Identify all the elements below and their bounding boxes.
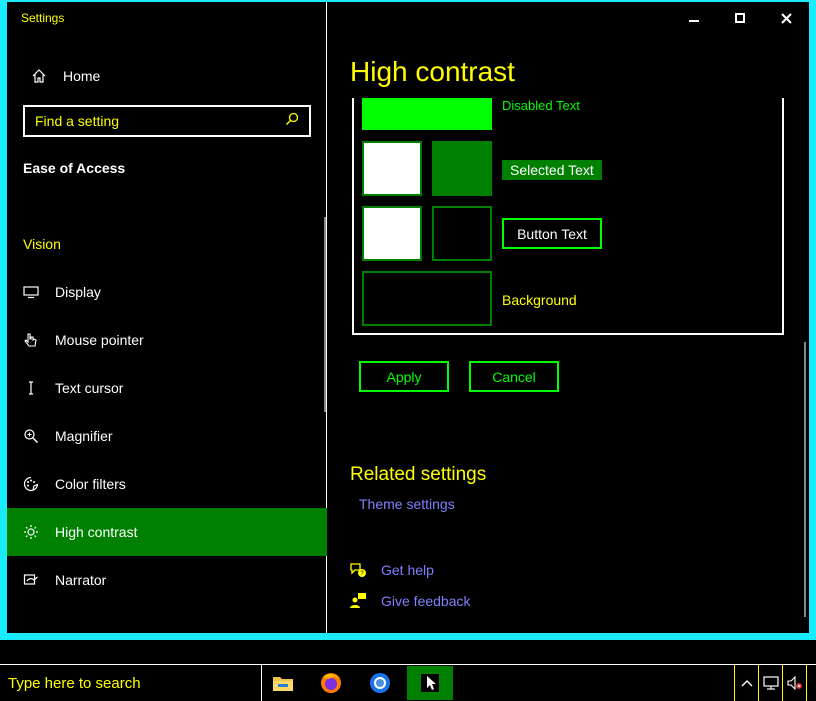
clock-button[interactable]: [806, 665, 816, 701]
sidebar-item-text-cursor[interactable]: Text cursor: [7, 364, 327, 412]
file-explorer-button[interactable]: [260, 666, 306, 700]
selected-text-fg-swatch[interactable]: [362, 141, 422, 196]
search-icon[interactable]: [285, 112, 299, 131]
narrator-icon: [7, 572, 55, 588]
file-explorer-icon: [273, 677, 293, 691]
window-title: Settings: [21, 11, 65, 25]
color-filters-icon: [7, 476, 55, 492]
get-help-link[interactable]: Get help: [381, 562, 434, 578]
sidebar-item-label: Mouse pointer: [55, 332, 144, 348]
apply-button[interactable]: Apply: [359, 361, 449, 392]
search-placeholder: Find a setting: [35, 113, 120, 129]
selected-text-sample: Selected Text: [502, 160, 602, 180]
page-title: High contrast: [350, 56, 515, 87]
background-label: Background: [502, 292, 577, 308]
chrome-button[interactable]: [357, 666, 403, 700]
chevron-up-icon: [741, 680, 752, 687]
give-feedback-icon: [349, 592, 381, 610]
magnifier-icon: [7, 428, 55, 444]
sidebar-item-mouse-pointer[interactable]: Mouse pointer: [7, 316, 327, 364]
taskbar: Type here to search: [0, 664, 816, 701]
firefox-icon: [321, 673, 341, 693]
home-label: Home: [63, 68, 101, 84]
sidebar-item-label: Text cursor: [55, 380, 124, 396]
cancel-button[interactable]: Cancel: [469, 361, 559, 392]
sidebar-item-label: Magnifier: [55, 428, 113, 444]
give-feedback-row[interactable]: Give feedback: [349, 592, 471, 610]
settings-app-icon: [421, 674, 439, 692]
get-help-row[interactable]: ? Get help: [349, 561, 434, 579]
high-contrast-icon: [7, 524, 55, 540]
disabled-text-label: Disabled Text: [502, 98, 580, 113]
give-feedback-link[interactable]: Give feedback: [381, 593, 471, 609]
selected-text-bg-swatch[interactable]: [432, 141, 492, 196]
button-text-sample: Button Text: [502, 218, 602, 249]
sidebar-nav: Display Mouse pointer Text cursor Magnif…: [7, 268, 327, 604]
network-button[interactable]: [758, 665, 782, 701]
sidebar-item-narrator[interactable]: Narrator: [7, 556, 327, 604]
sidebar-item-label: Narrator: [55, 572, 107, 588]
get-help-icon: ?: [349, 561, 381, 579]
network-icon: [762, 676, 779, 690]
settings-window: Settings Home Find a setting Ease of Acc…: [0, 0, 816, 640]
firefox-button[interactable]: [308, 666, 354, 700]
disabled-text-swatch[interactable]: [362, 98, 492, 130]
button-text-bg-swatch[interactable]: [432, 206, 492, 261]
sidebar-item-label: Color filters: [55, 476, 126, 492]
related-settings-heading: Related settings: [350, 464, 487, 485]
home-icon: [23, 68, 55, 84]
main-content: High contrast Disabled Text Selected Tex…: [327, 2, 809, 633]
button-text-fg-swatch[interactable]: [362, 206, 422, 261]
section-title: Ease of Access: [23, 160, 126, 176]
main-scrollbar[interactable]: [804, 342, 806, 617]
taskbar-search-box[interactable]: Type here to search: [0, 665, 262, 701]
sidebar-item-display[interactable]: Display: [7, 268, 327, 316]
background-swatch[interactable]: [362, 271, 492, 326]
search-input[interactable]: Find a setting: [23, 105, 311, 137]
volume-button[interactable]: [782, 665, 806, 701]
chrome-icon: [370, 673, 390, 693]
volume-muted-icon: [786, 676, 802, 690]
tray-overflow-button[interactable]: [734, 665, 758, 701]
sidebar-item-magnifier[interactable]: Magnifier: [7, 412, 327, 460]
taskbar-search-placeholder: Type here to search: [8, 674, 141, 692]
sidebar-item-home[interactable]: Home: [23, 64, 100, 88]
sidebar-item-high-contrast[interactable]: High contrast: [7, 508, 327, 556]
color-sample-panel: Disabled Text Selected Text Button Text …: [352, 98, 784, 335]
mouse-pointer-icon: [7, 332, 55, 348]
group-label-vision: Vision: [23, 236, 61, 252]
theme-settings-link[interactable]: Theme settings: [359, 496, 455, 512]
sidebar-item-label: High contrast: [55, 524, 138, 540]
display-icon: [7, 284, 55, 300]
text-cursor-icon: [7, 380, 55, 396]
sidebar-item-color-filters[interactable]: Color filters: [7, 460, 327, 508]
sidebar: Settings Home Find a setting Ease of Acc…: [7, 2, 327, 633]
sidebar-scrollbar[interactable]: [324, 217, 326, 412]
sidebar-item-label: Display: [55, 284, 101, 300]
settings-taskbar-button[interactable]: [407, 666, 453, 700]
